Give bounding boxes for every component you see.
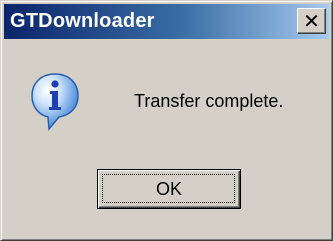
close-button[interactable]: ✕ (297, 8, 326, 34)
window-title: GTDownloader (10, 10, 155, 32)
message-dialog-window: GTDownloader ✕ Transfer complete. OK (0, 0, 333, 241)
close-icon: ✕ (303, 9, 320, 33)
ok-button-label: OK (155, 178, 182, 199)
dialog-message: Transfer complete. (134, 91, 284, 111)
info-icon (31, 73, 79, 131)
title-bar[interactable]: GTDownloader ✕ (4, 4, 329, 39)
ok-button[interactable]: OK (97, 169, 241, 209)
